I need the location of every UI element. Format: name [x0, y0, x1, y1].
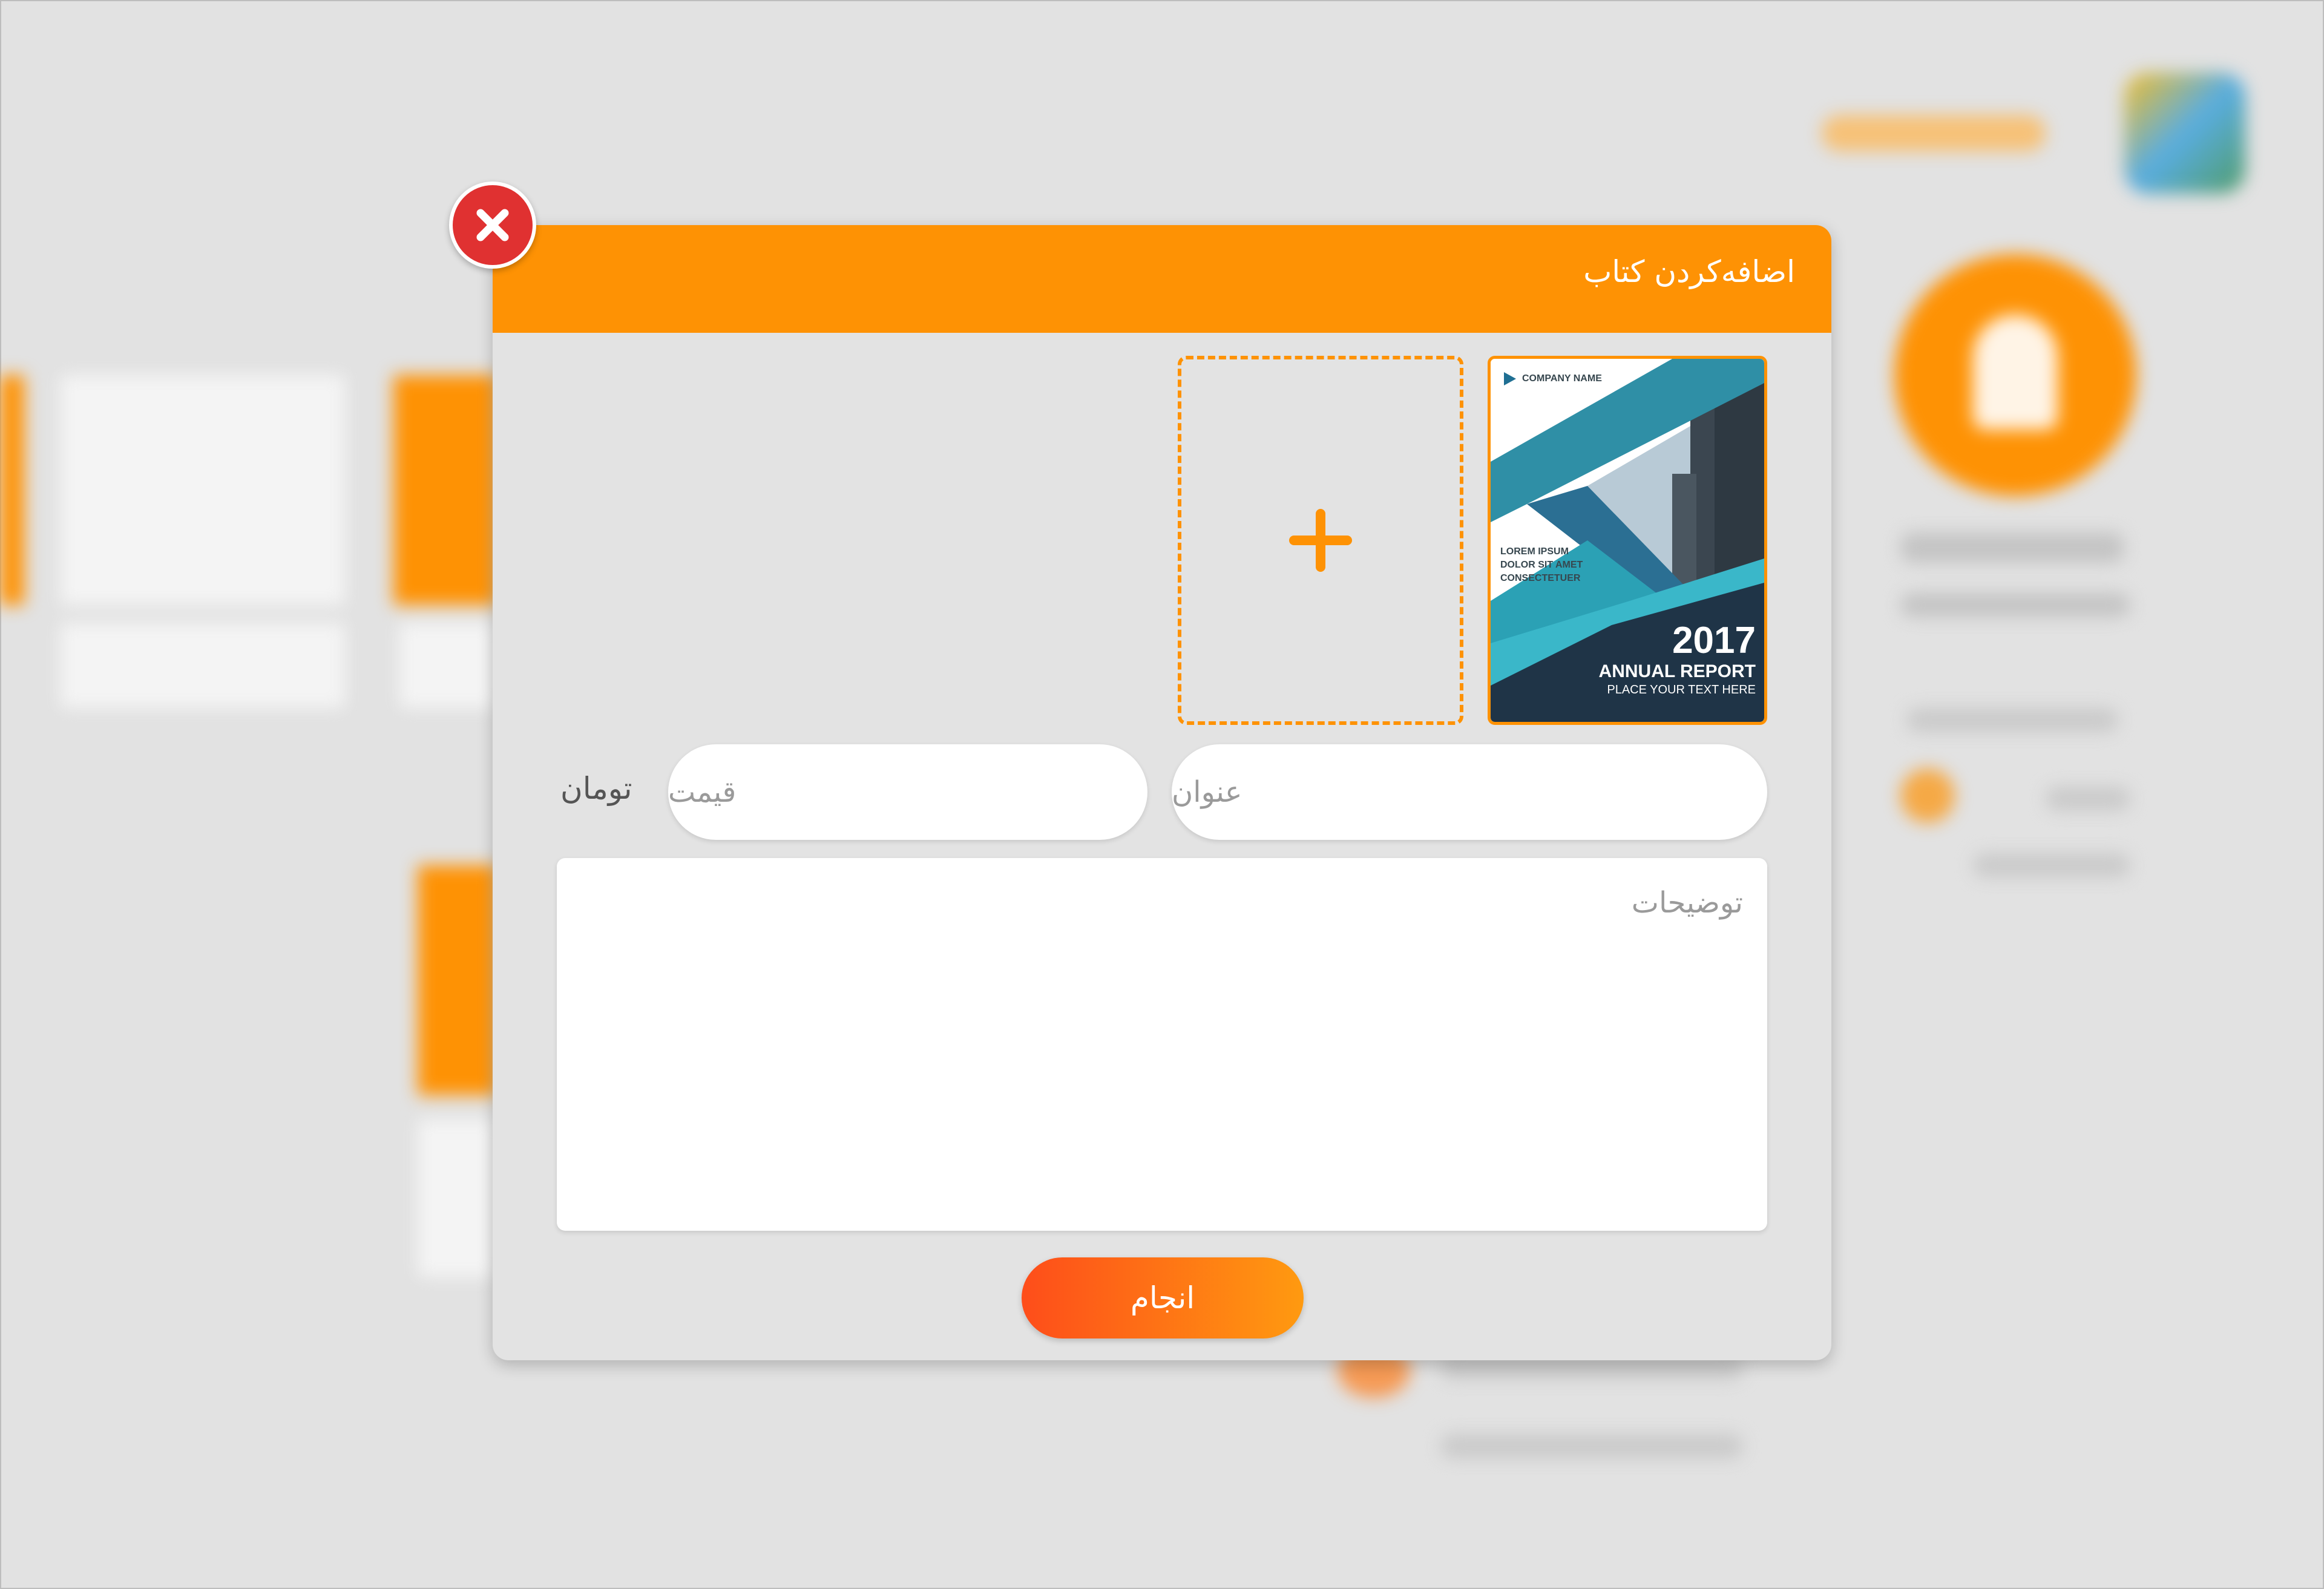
cover-lorem-3: CONSECTETUER	[1500, 573, 1581, 583]
cover-report-title: ANNUAL REPORT	[1598, 661, 1756, 681]
close-button[interactable]	[449, 182, 536, 269]
cover-year: 2017	[1672, 620, 1756, 661]
book-cover-image[interactable]: COMPANY NAME LOREM IPSUM DOLOR SIT AMET …	[1488, 356, 1767, 725]
submit-button[interactable]: انجام	[1022, 1257, 1304, 1338]
close-icon	[476, 209, 509, 241]
submit-label: انجام	[1130, 1280, 1195, 1315]
add-image-button[interactable]	[1178, 356, 1463, 725]
price-placeholder: قیمت	[668, 775, 737, 809]
currency-label: تومان	[560, 771, 632, 806]
price-input[interactable]: قیمت	[668, 744, 1147, 840]
cover-company-name: COMPANY NAME	[1522, 373, 1602, 384]
plus-icon	[1289, 509, 1352, 572]
description-textarea[interactable]: توضیحات	[557, 858, 1767, 1231]
cover-lorem-2: DOLOR SIT AMET	[1500, 560, 1583, 570]
cover-tagline: PLACE YOUR TEXT HERE	[1607, 683, 1756, 696]
title-placeholder: عنوان	[1172, 775, 1242, 809]
description-placeholder: توضیحات	[1631, 886, 1743, 920]
modal-header: اضافه‌کردن کتاب	[493, 225, 1831, 333]
add-book-modal: اضافه‌کردن کتاب COMPANY NAME LOREM IPSUM…	[493, 225, 1831, 1360]
modal-title: اضافه‌کردن کتاب	[1583, 254, 1795, 289]
cover-lorem-1: LOREM IPSUM	[1500, 546, 1569, 557]
title-input[interactable]: عنوان	[1172, 744, 1767, 840]
